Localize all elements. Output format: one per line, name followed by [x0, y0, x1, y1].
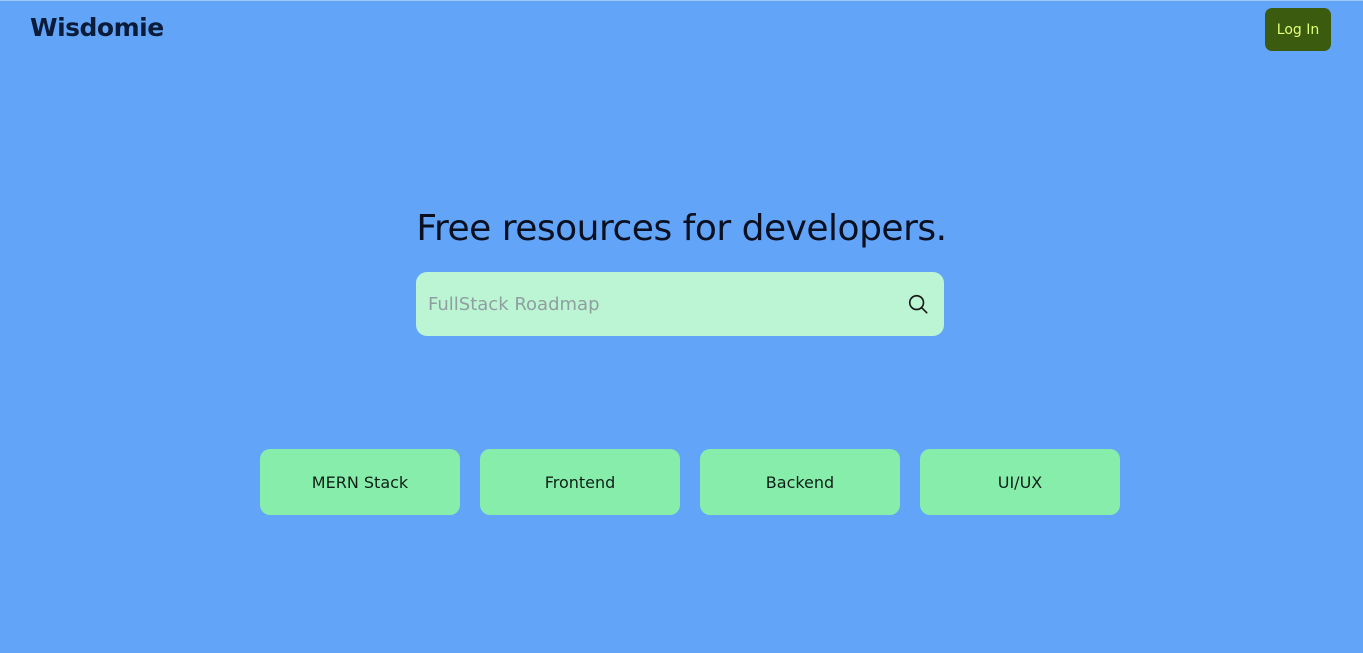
search-bar: [416, 272, 944, 336]
search-icon[interactable]: [906, 292, 930, 316]
hero-headline: Free resources for developers.: [416, 208, 947, 249]
category-frontend-button[interactable]: Frontend: [480, 449, 680, 515]
login-button[interactable]: Log In: [1265, 8, 1331, 51]
category-list: MERN Stack Frontend Backend UI/UX: [260, 449, 1120, 515]
page: Wisdomie Log In Free resources for devel…: [0, 0, 1363, 653]
site-logo[interactable]: Wisdomie: [30, 13, 164, 42]
category-backend-button[interactable]: Backend: [700, 449, 900, 515]
category-ui-ux-button[interactable]: UI/UX: [920, 449, 1120, 515]
search-input[interactable]: [416, 272, 906, 336]
category-mern-stack-button[interactable]: MERN Stack: [260, 449, 460, 515]
